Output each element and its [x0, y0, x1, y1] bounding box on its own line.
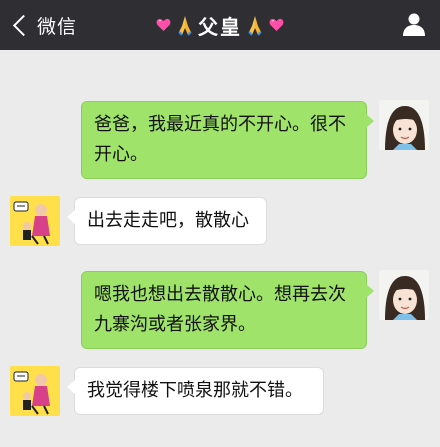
bubble-tail [67, 210, 75, 224]
bubble-tail [366, 284, 374, 298]
bubble-tail [366, 114, 374, 128]
contact-avatar[interactable] [10, 196, 60, 246]
chat-title-text: 父皇 [198, 14, 242, 39]
pray-icon [174, 14, 196, 36]
message-bubble-me[interactable]: 爸爸，我最近真的不开心。很不开心。 [81, 101, 367, 179]
contact-avatar[interactable] [10, 366, 60, 416]
heart-icon [153, 18, 174, 32]
my-avatar[interactable] [379, 100, 429, 150]
message-bubble-other[interactable]: 我觉得楼下喷泉那就不错。 [74, 367, 324, 415]
message-bubble-other[interactable]: 出去走走吧，散散心 [74, 197, 267, 245]
chat-title: 父皇 [0, 0, 440, 50]
bubble-tail [67, 380, 75, 394]
pray-icon [244, 14, 266, 36]
profile-icon[interactable] [402, 12, 426, 36]
message-bubble-me[interactable]: 嗯我也想出去散散心。想再去次九寨沟或者张家界。 [81, 271, 367, 349]
heart-icon [266, 18, 287, 32]
nav-bar: 微信 父皇 [0, 0, 440, 50]
my-avatar[interactable] [379, 270, 429, 320]
